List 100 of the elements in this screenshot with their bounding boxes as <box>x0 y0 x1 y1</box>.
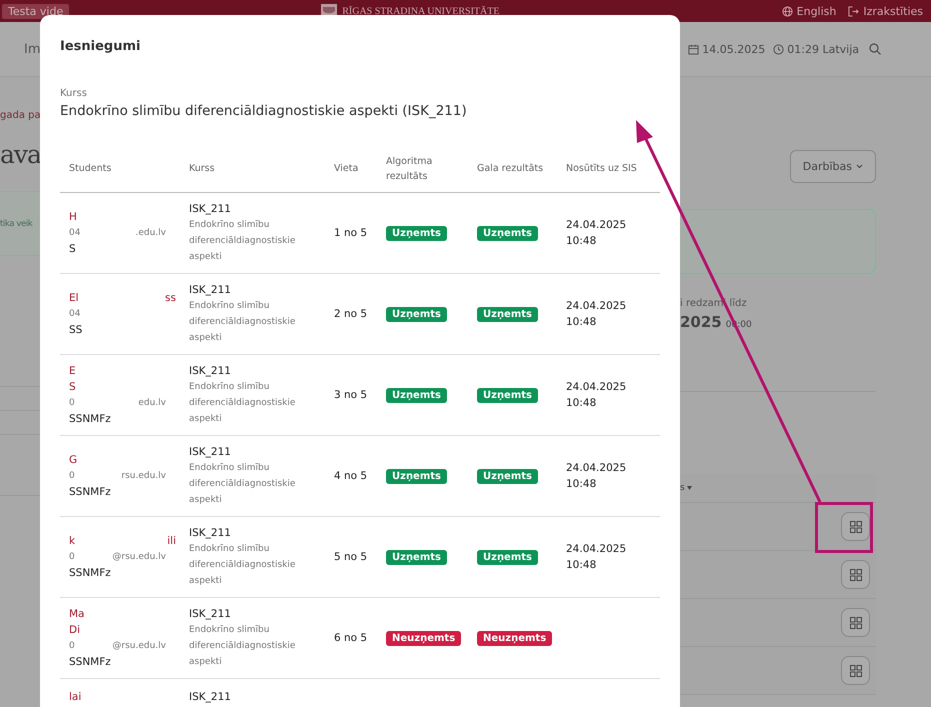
column-header-fragment: s <box>680 483 685 493</box>
alert-text-fragment: tika veik <box>0 218 32 228</box>
course-code: ISK_211 <box>189 445 232 460</box>
grid-icon <box>850 568 862 580</box>
course-name: Endokrīno slimību diferenciāldiagnostiskie aspekti <box>189 381 296 426</box>
result-badge: Uzņemts <box>386 388 447 402</box>
logout-link[interactable]: Izrakstīties <box>863 4 923 18</box>
course-label: Kurss <box>60 88 88 99</box>
student-email-fragment: 04 <box>69 227 80 240</box>
place-text: 6 no 5 <box>334 632 368 644</box>
result-badge: Uzņemts <box>477 388 538 402</box>
student-name-fragment[interactable]: S <box>69 379 76 395</box>
course-code: ISK_211 <box>189 526 232 541</box>
student-faculty: S <box>69 242 77 257</box>
student-email-fragment: 0 <box>69 470 75 483</box>
column-header: Students <box>60 145 180 192</box>
grid-icon <box>850 616 862 628</box>
result-badge: Uzņemts <box>386 306 447 322</box>
student-faculty: SS <box>69 323 84 338</box>
sent-date: 24.04.2025 <box>566 380 628 395</box>
result-badge: Uzņemts <box>477 226 538 240</box>
course-name: Endokrīno slimību diferenciāldiagnostiskie aspekti <box>189 300 296 345</box>
student-email-fragment: edu.lv <box>138 397 166 410</box>
student-email-fragment: @rsu.edu.lv <box>112 551 166 564</box>
place-text: 2 no 5 <box>334 308 368 320</box>
page-title-fragment: Im <box>24 42 40 56</box>
column-header: Algoritma rezultāts <box>377 145 468 192</box>
student-name-fragment[interactable]: Ma <box>69 606 84 622</box>
student-email-fragment: 0 <box>69 397 75 410</box>
course-code: ISK_211 <box>189 364 232 379</box>
student-name-fragment[interactable]: E <box>69 363 76 379</box>
course-name: Endokrīno slimību diferenciāldiagnostiskie aspekti <box>189 624 296 669</box>
calendar-icon <box>688 44 700 54</box>
column-header: Nosūtīts uz SIS <box>557 145 660 192</box>
result-badge: Neuzņemts <box>386 630 462 646</box>
sent-time: 10:48 <box>566 315 598 330</box>
result-badge: Uzņemts <box>386 468 447 484</box>
result-badge: Uzņemts <box>386 226 447 240</box>
student-email-fragment: rsu.edu.lv <box>121 470 166 483</box>
result-badge: Neuzņemts <box>477 630 552 646</box>
column-header: Vieta <box>325 145 377 192</box>
grid-icon <box>850 520 862 532</box>
result-badge: Uzņemts <box>386 550 447 564</box>
grid-view-button[interactable] <box>841 608 870 637</box>
sent-time: 10:48 <box>566 477 598 492</box>
student-name-fragment[interactable]: G <box>69 452 78 468</box>
student-name-fragment[interactable]: El <box>69 290 79 306</box>
time-text: 01:29 Latvija <box>787 42 859 56</box>
grid-view-button[interactable] <box>841 560 870 589</box>
student-name-fragment[interactable]: H <box>69 209 77 225</box>
grid-view-button[interactable] <box>841 512 870 541</box>
sent-time: 10:48 <box>566 396 598 411</box>
course-code: ISK_211 <box>189 607 232 622</box>
student-faculty: SSNMFz <box>69 412 112 427</box>
student-email-fragment: 04 <box>69 308 80 321</box>
column-header: Gala rezultāts <box>468 145 557 192</box>
course-code: ISK_211 <box>189 283 232 298</box>
sent-time: 10:48 <box>566 558 598 573</box>
course-title: Endokrīno slimību diferenciāldiagnostiskie aspekti (ISK_211) <box>60 103 468 119</box>
language-link[interactable]: English <box>796 4 836 18</box>
course-name: Endokrīno slimību diferenciāldiagnostiskie aspekti <box>189 543 296 588</box>
place-text: 1 no 5 <box>334 227 368 239</box>
sort-caret-icon <box>686 486 692 490</box>
student-name-fragment[interactable]: k <box>69 533 76 549</box>
grid-view-button[interactable] <box>841 656 870 685</box>
sent-date: 24.04.2025 <box>566 542 628 557</box>
student-faculty: SSNMFz <box>69 485 112 500</box>
student-email-fragment: @rsu.edu.lv <box>112 640 166 653</box>
course-code: ISK_211 <box>189 690 232 705</box>
university-logo-text: RĪGAS STRADIŅA UNIVERSITĀTE <box>342 6 500 16</box>
student-name-fragment[interactable]: lai <box>69 689 82 705</box>
student-email-fragment: 0 <box>69 640 75 653</box>
modal-title: Iesniegumi <box>60 39 142 54</box>
search-icon[interactable] <box>869 43 881 55</box>
course-name: Endokrīno slimību diferenciāldiagnostiskie aspekti <box>189 219 296 264</box>
place-text: 3 no 5 <box>334 389 368 401</box>
visible-until-date: 2025 <box>680 313 722 331</box>
course-name: Endokrīno slimību diferenciāldiagnostiskie aspekti <box>189 462 296 507</box>
page-heading-fragment: ava <box>0 140 40 169</box>
globe-icon <box>782 6 793 16</box>
student-email-fragment: .edu.lv <box>135 227 166 240</box>
date-text: 14.05.2025 <box>702 42 766 56</box>
breadcrumb-link-fragment[interactable]: gada pa <box>0 110 40 121</box>
column-header: Kurss <box>180 145 325 192</box>
student-faculty: SSNMFz <box>69 655 112 670</box>
result-badge: Uzņemts <box>477 550 538 564</box>
place-text: 5 no 5 <box>334 551 368 563</box>
student-email-fragment: 0 <box>69 551 75 564</box>
sent-date: 24.04.2025 <box>566 461 628 476</box>
logout-icon <box>848 6 860 16</box>
student-faculty: SSNMFz <box>69 566 112 581</box>
chevron-down-icon <box>856 164 863 169</box>
sent-time: 10:48 <box>566 234 598 249</box>
result-badge: Uzņemts <box>477 468 538 484</box>
student-name-fragment[interactable]: Di <box>69 622 80 638</box>
place-text: 4 no 5 <box>334 470 368 482</box>
student-name-fragment[interactable]: ili <box>167 533 176 549</box>
student-name-fragment[interactable]: ss <box>165 290 176 306</box>
result-badge: Uzņemts <box>477 306 538 322</box>
actions-button[interactable]: Darbības <box>790 150 876 183</box>
